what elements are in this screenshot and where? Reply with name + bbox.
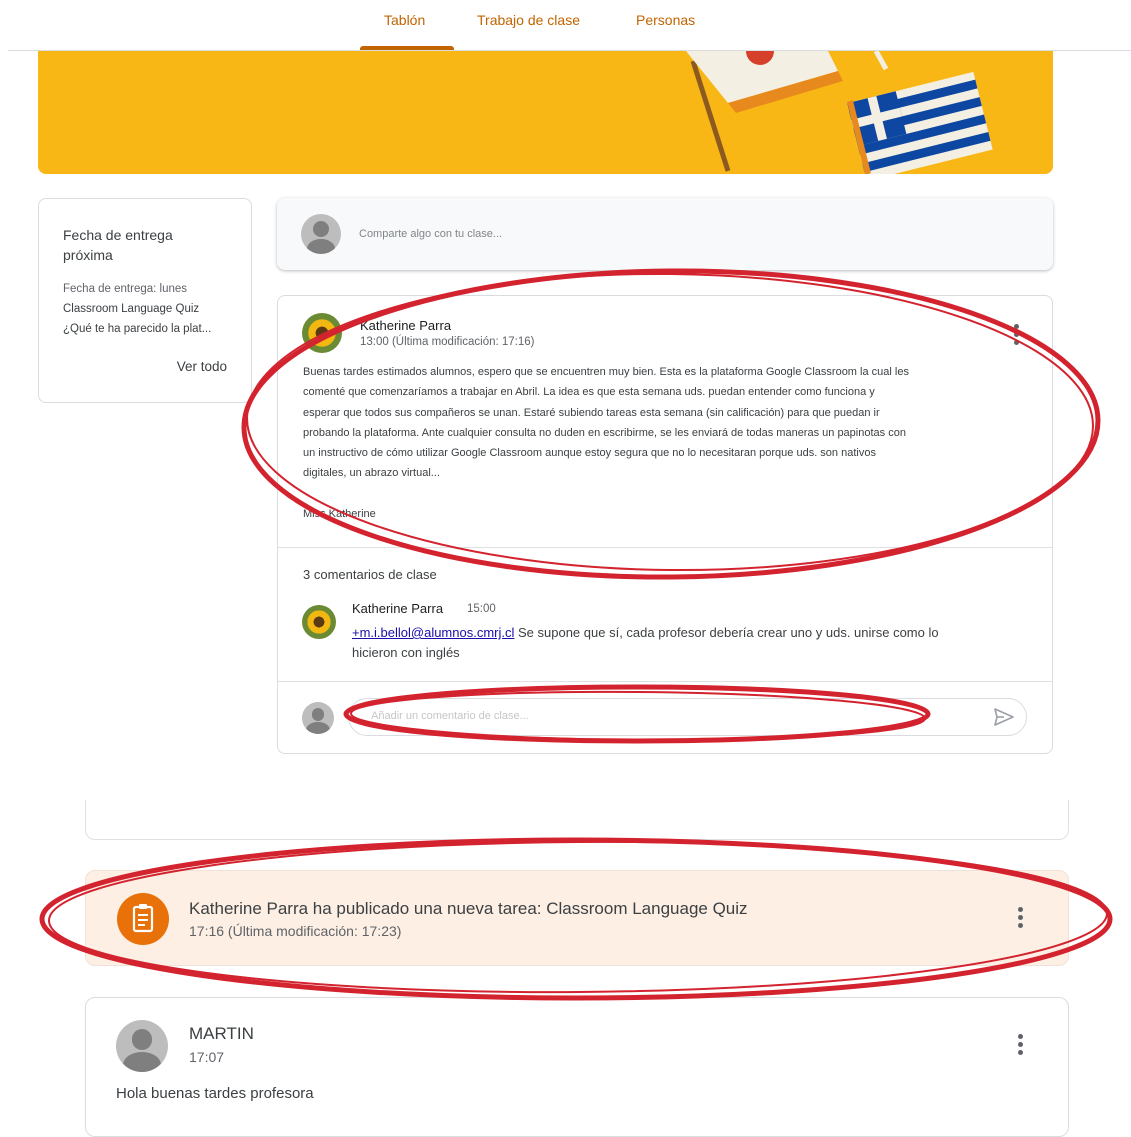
student-post-time: 17:07 (189, 1049, 225, 1065)
comment-text-part: Se supone que sí, cada profesor debería … (514, 625, 939, 640)
post-line: digitales, un abrazo virtual... (303, 467, 440, 480)
student-post-author: MARTIN (189, 1024, 254, 1043)
previous-card-edge (85, 800, 1069, 840)
post-divider (278, 547, 1052, 548)
teacher-avatar (302, 313, 342, 353)
share-with-class-box[interactable]: Comparte algo con tu clase... (277, 198, 1053, 270)
tab-tablon[interactable]: Tablón (384, 12, 425, 28)
student-avatar (116, 1020, 168, 1072)
comment-text: +m.i.bellol@alumnos.cmrj.cl Se supone qu… (352, 623, 1022, 663)
post-menu-icon[interactable] (1014, 324, 1020, 348)
due-date-label: Fecha de entrega: lunes (63, 283, 188, 295)
comment-author: Katherine Parra (352, 601, 444, 616)
add-comment-input[interactable]: Añadir un comentario de clase... (348, 698, 1027, 736)
post-line: esperar que todos sus compañeros se unan… (303, 406, 880, 419)
tab-personas[interactable]: Personas (636, 12, 695, 28)
comment-time: 15:00 (467, 603, 496, 615)
user-avatar (301, 214, 341, 254)
upcoming-item-survey[interactable]: ¿Qué te ha parecido la plat... (63, 323, 211, 335)
upcoming-card: Fecha de entrega próxima Fecha de entreg… (38, 198, 252, 403)
comment-placeholder: Añadir un comentario de clase... (371, 710, 529, 722)
announcement-card: Katherine Parra 13:00 (Última modificaci… (277, 295, 1053, 754)
class-comments-count[interactable]: 3 comentarios de clase (303, 567, 437, 582)
assignment-menu-icon[interactable] (1018, 907, 1024, 931)
view-all-link[interactable]: Ver todo (177, 359, 227, 374)
comment-text-part: hicieron con inglés (352, 645, 460, 660)
assignment-title[interactable]: Katherine Parra ha publicado una nueva t… (189, 899, 748, 919)
assignment-icon (117, 893, 169, 945)
student-post-card: MARTIN 17:07 Hola buenas tardes profesor… (85, 997, 1069, 1137)
mention-link[interactable]: +m.i.bellol@alumnos.cmrj.cl (352, 625, 514, 640)
post-body: Buenas tardes estimados alumnos, espero … (303, 362, 1033, 524)
post-line: comenté que comenzaríamos a trabajar en … (303, 386, 875, 399)
post-line: probando la plataforma. Ante cualquier c… (303, 426, 906, 439)
top-nav: Tablón Trabajo de clase Personas (0, 0, 1131, 50)
post-line: Buenas tardes estimados alumnos, espero … (303, 366, 909, 378)
upcoming-item-quiz[interactable]: Classroom Language Quiz (63, 303, 199, 315)
current-user-avatar (302, 702, 334, 734)
post-line: un instructivo de cómo utilizar Google C… (303, 447, 876, 460)
comment-divider (278, 681, 1052, 682)
assignment-time: 17:16 (Última modificación: 17:23) (189, 923, 402, 939)
class-banner (38, 51, 1053, 174)
send-icon[interactable] (993, 707, 1015, 727)
upcoming-title: Fecha de entrega próxima (63, 227, 173, 263)
commenter-avatar (302, 605, 336, 639)
student-post-text: Hola buenas tardes profesora (116, 1085, 314, 1102)
student-post-menu-icon[interactable] (1018, 1034, 1024, 1058)
post-author: Katherine Parra (360, 318, 452, 333)
flags-illustration (686, 51, 993, 174)
post-time: 13:00 (Última modificación: 17:16) (360, 336, 535, 348)
tab-trabajo-de-clase[interactable]: Trabajo de clase (477, 12, 580, 28)
assignment-card[interactable]: Katherine Parra ha publicado una nueva t… (85, 870, 1069, 966)
share-placeholder: Comparte algo con tu clase... (359, 228, 503, 240)
post-signature: Miss Katherine (303, 507, 376, 520)
